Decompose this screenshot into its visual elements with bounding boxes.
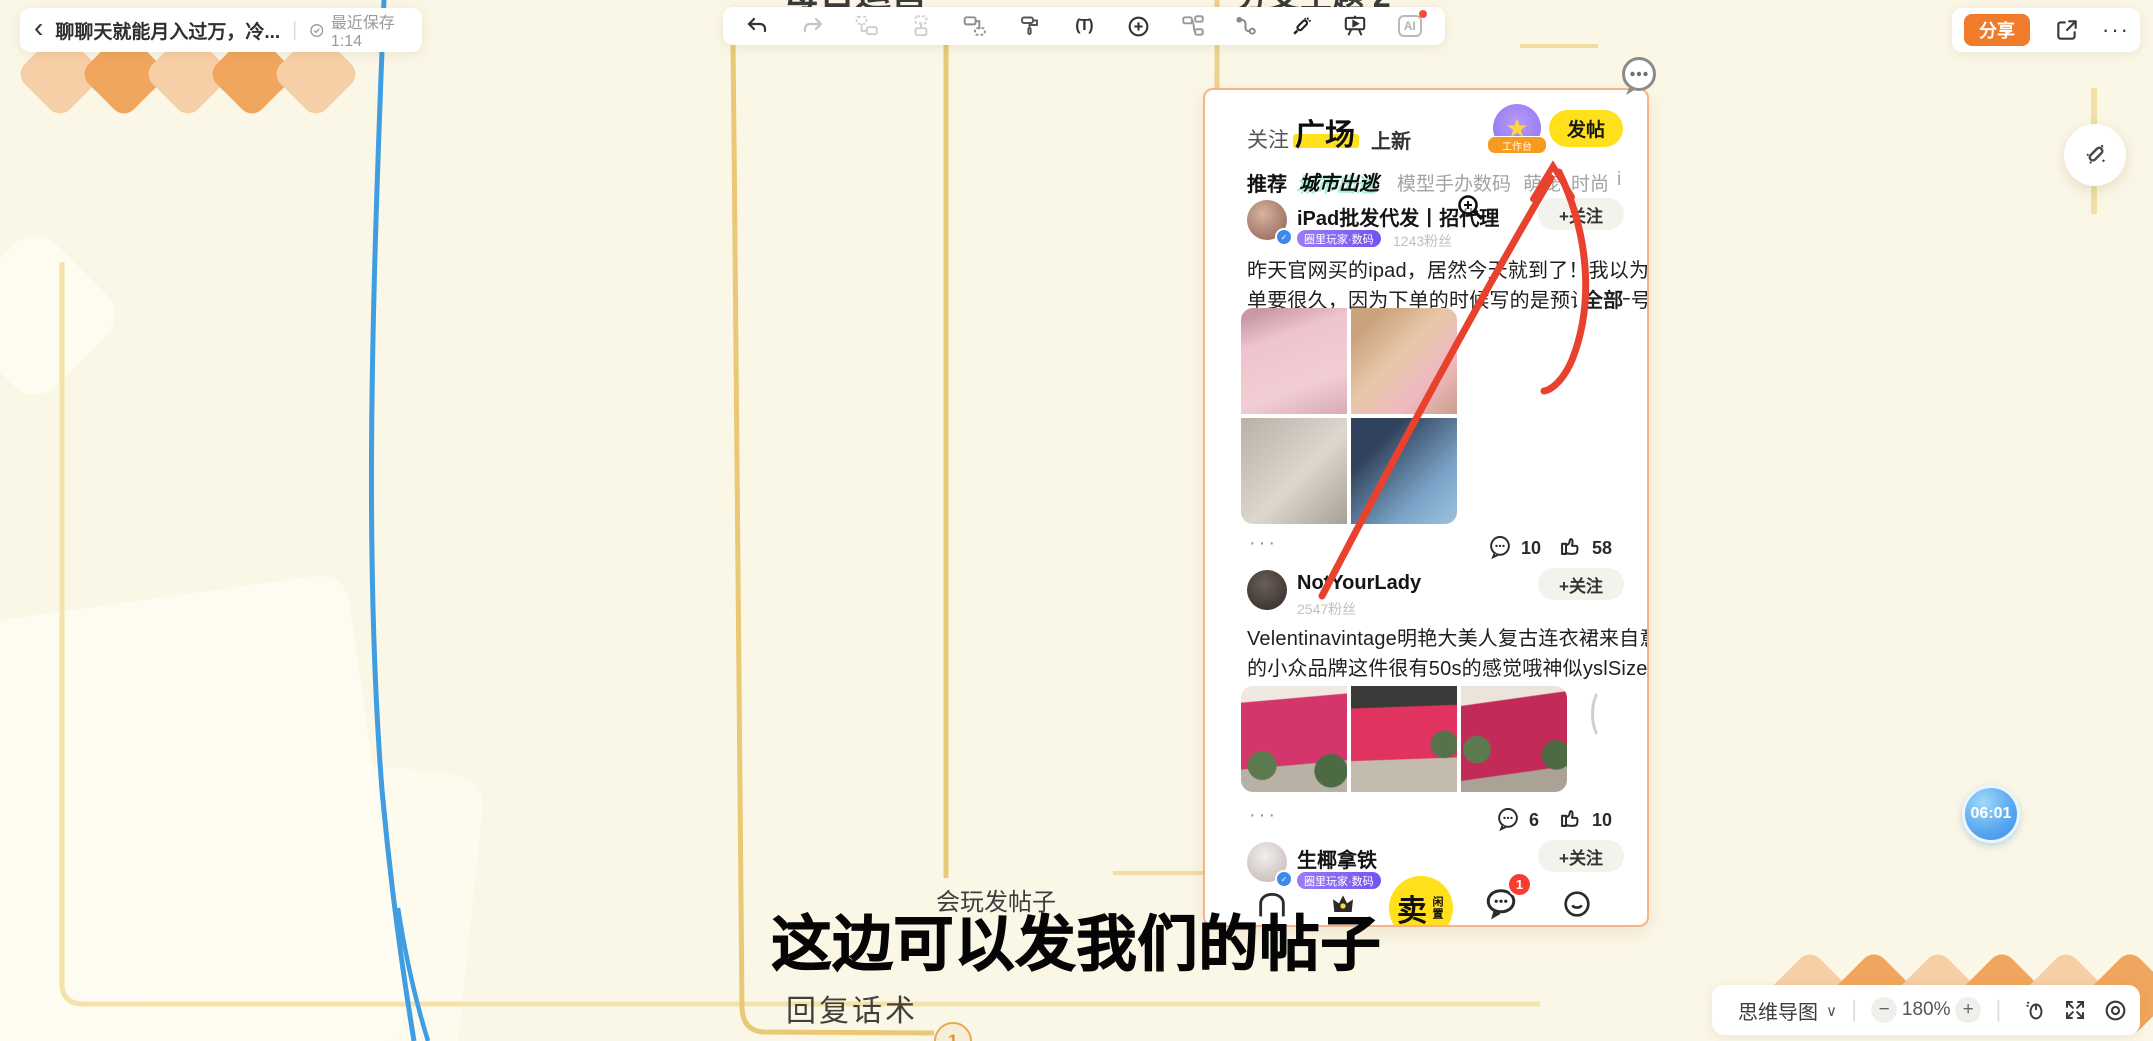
saved-check-icon [309,22,325,39]
share-button[interactable]: 分享 [1964,14,2030,46]
view-eye-icon[interactable] [2100,995,2130,1025]
magic-eraser-fab[interactable] [2064,124,2126,186]
zoom-in-button[interactable]: + [1955,997,1981,1023]
fullscreen-icon[interactable] [2060,995,2090,1025]
autosave-status: 最近保存 1:14 [309,9,422,51]
zoom-cursor-icon [1455,192,1487,224]
export-icon[interactable] [2054,17,2080,43]
chevron-down-icon[interactable]: ∨ [1826,1002,1837,1020]
video-caption: 这边可以发我们的帖子 [0,896,2153,983]
undo-icon[interactable] [741,11,775,41]
red-annotation-arrow [0,0,2153,1041]
doc-title: 聊聊天就能月入过万，冷... [55,17,280,44]
notification-dot [1419,10,1427,18]
zoom-level: 180% [1897,999,1955,1021]
insert-plus-icon[interactable] [1121,11,1155,41]
text-tool-icon[interactable]: (T) [1067,11,1101,41]
copy-style-icon[interactable] [850,11,884,41]
main-toolbar: (T) AI [723,7,1445,45]
share-bar: 分享 ··· [1952,8,2140,52]
mouse-mode-icon[interactable] [2020,995,2050,1025]
format-painter-icon[interactable] [1013,11,1047,41]
back-button[interactable]: ‹ [34,12,43,44]
title-bar: ‹ 聊聊天就能月入过万，冷... | 最近保存 1:14 [20,8,422,52]
ai-assistant-icon[interactable]: AI [1393,11,1427,41]
presentation-icon[interactable] [1338,11,1372,41]
redo-icon[interactable] [795,11,829,41]
connector-icon[interactable] [1230,11,1264,41]
view-controls-bar: 思维导图 ∨ | − 180% + | [1712,985,2140,1035]
divider: | [292,19,297,42]
zoom-out-button[interactable]: − [1871,997,1897,1023]
insert-topic-icon[interactable] [958,11,992,41]
timer-bubble[interactable]: 06:01 [1962,785,2020,843]
view-mode-selector[interactable]: 思维导图 [1738,996,1818,1025]
duplicate-node-icon[interactable] [904,11,938,41]
branch-structure-icon[interactable] [1176,11,1210,41]
more-options[interactable]: ··· [2102,17,2130,43]
magic-eraser-icon [2080,140,2110,170]
magic-wand-icon[interactable] [1284,11,1318,41]
